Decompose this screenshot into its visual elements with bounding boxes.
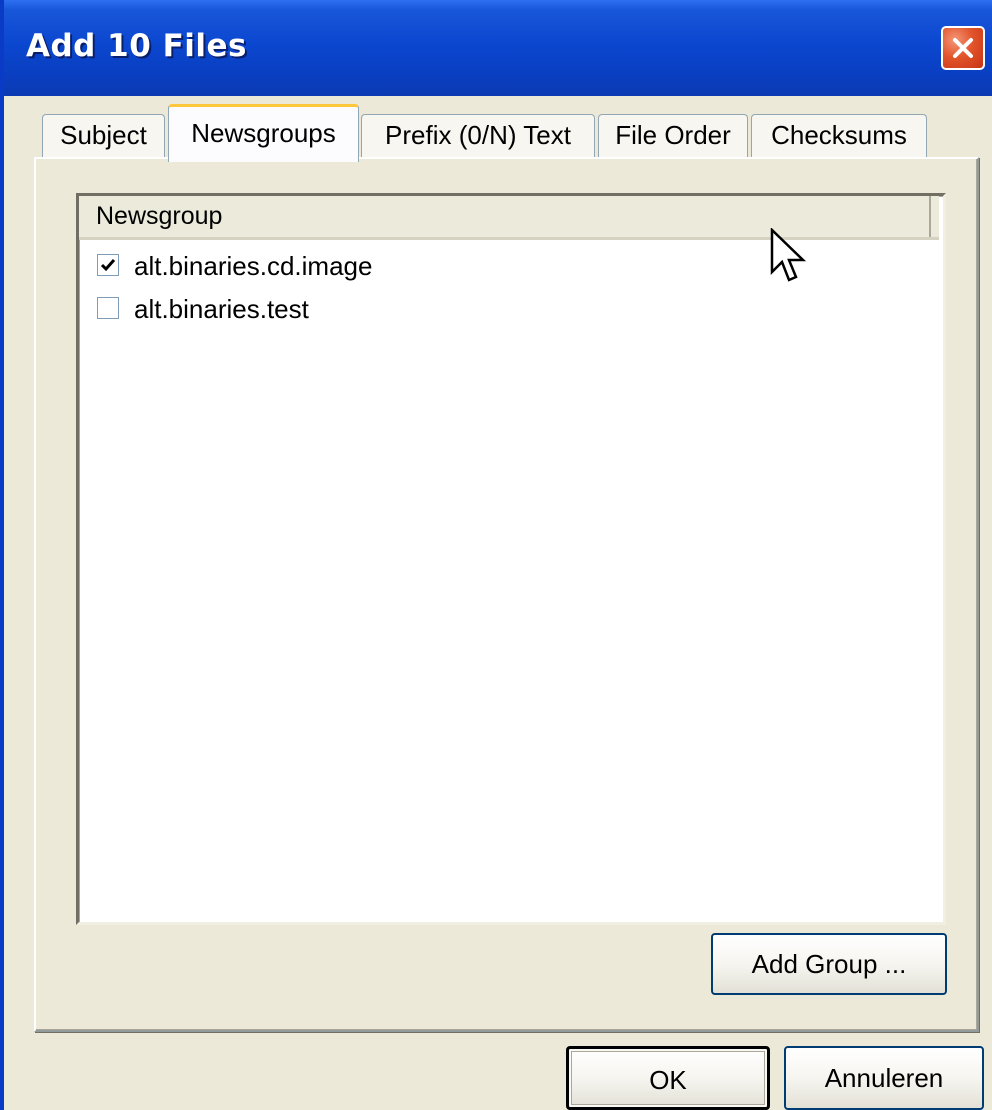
newsgroup-checkbox-unchecked[interactable] (97, 297, 119, 319)
list-item[interactable]: alt.binaries.cd.image (93, 248, 913, 288)
tab-subject-label: Subject (60, 120, 147, 150)
list-header: Newsgroup (79, 196, 939, 240)
cancel-button[interactable]: Annuleren (784, 1046, 984, 1110)
window-title: Add 10 Files (26, 28, 248, 64)
tab-file-order[interactable]: File Order (598, 114, 748, 158)
add-files-dialog: Add 10 Files Subject Newsgroups Prefix (… (0, 0, 992, 1110)
tab-newsgroups[interactable]: Newsgroups (168, 104, 359, 162)
add-group-button[interactable]: Add Group ... (711, 933, 947, 995)
column-header-newsgroup[interactable]: Newsgroup (79, 196, 931, 237)
tab-file-order-label: File Order (615, 120, 731, 150)
tab-checksums[interactable]: Checksums (751, 114, 927, 158)
column-header-filler (933, 196, 939, 237)
newsgroups-list[interactable]: Newsgroup alt.binaries.cd.image alt.bina… (76, 193, 946, 925)
newsgroup-label: alt.binaries.cd.image (134, 251, 373, 281)
close-icon (953, 38, 973, 58)
tab-subject[interactable]: Subject (42, 114, 165, 158)
check-icon (100, 259, 116, 272)
tab-prefix-text-label: Prefix (0/N) Text (385, 120, 571, 150)
ok-button[interactable]: OK (566, 1046, 770, 1110)
newsgroup-checkbox-checked[interactable] (97, 254, 119, 276)
tab-checksums-label: Checksums (771, 120, 907, 150)
title-bar[interactable]: Add 10 Files (4, 0, 992, 96)
tab-prefix-text[interactable]: Prefix (0/N) Text (361, 114, 595, 158)
newsgroup-label: alt.binaries.test (134, 294, 309, 324)
tab-newsgroups-label: Newsgroups (191, 118, 336, 148)
list-item[interactable]: alt.binaries.test (93, 291, 913, 331)
close-button[interactable] (941, 26, 985, 70)
